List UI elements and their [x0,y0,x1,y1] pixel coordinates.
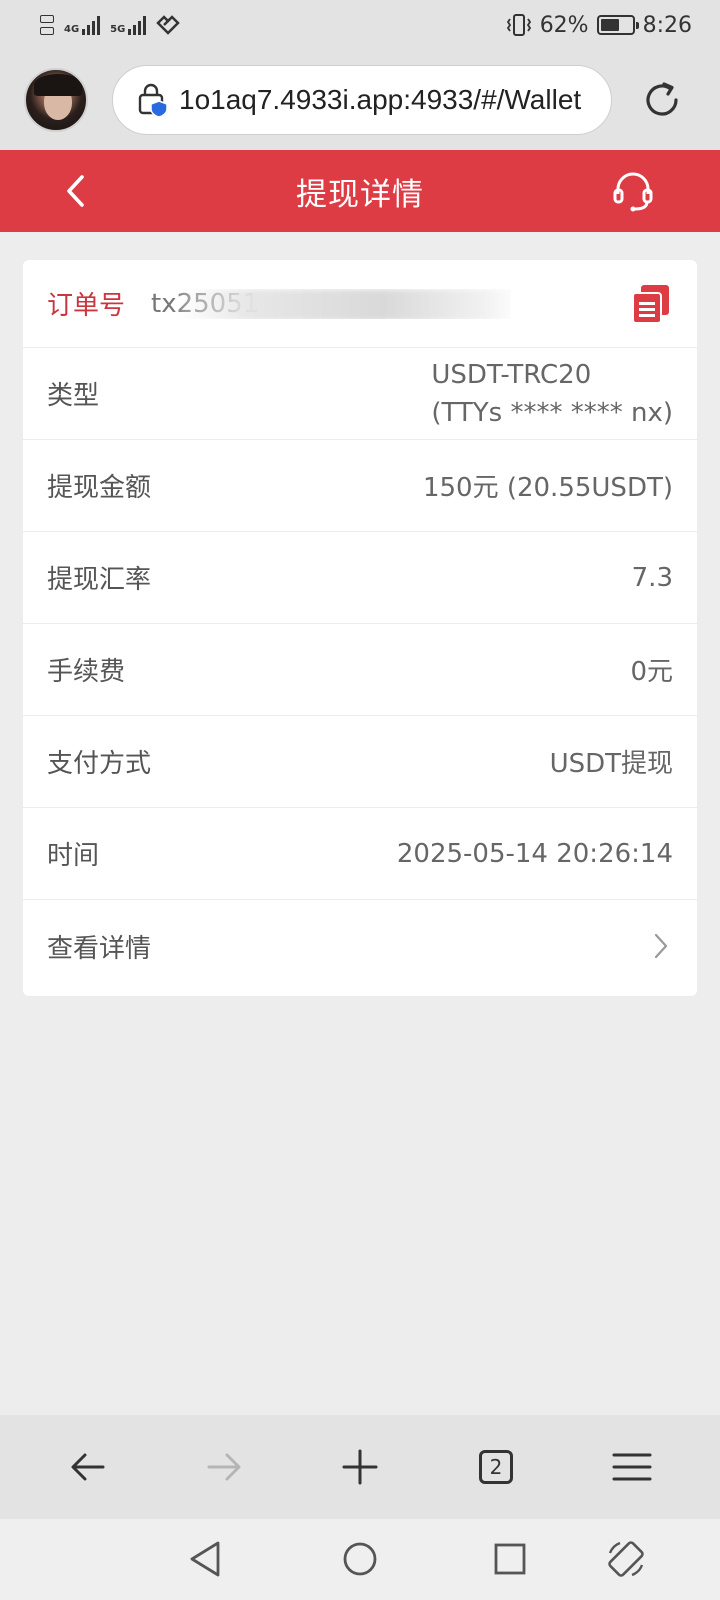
app-header: 提现详情 [0,150,720,232]
type-value: USDT-TRC20 (TTYs **** **** nx) [431,359,673,428]
network-type-2: 5G [110,24,126,35]
arrow-right-icon [207,1453,241,1481]
network-type-1: 4G [64,24,80,35]
redaction-blur [179,288,512,319]
status-bar: 4G 5G 62% 8:26 [0,0,720,50]
battery-icon [596,15,639,35]
battery-percent: 62% [539,12,589,38]
system-nav-bar [0,1519,720,1600]
tab-count: 2 [479,1450,513,1484]
type-label: 类型 [47,381,100,411]
sim-2-icon [40,27,54,35]
order-number-label: 订单号 [47,291,126,321]
nav-back-icon[interactable] [184,1537,228,1581]
fee-row: 手续费 0元 [23,624,697,716]
fee-value: 0元 [630,657,673,687]
view-details-row[interactable]: 查看详情 [23,900,697,992]
payment-method-label: 支付方式 [47,749,152,779]
withdrawal-detail-card: 订单号 tx25051 类型 USDT-TRC20 (TTYs **** ***… [23,260,697,996]
nav-recents-icon[interactable] [488,1537,532,1581]
rotate-screen-icon[interactable] [604,1537,648,1581]
browser-back-button[interactable] [58,1437,118,1497]
page-title: 提现详情 [296,176,424,213]
nav-home-icon[interactable] [338,1537,382,1581]
address-bar[interactable]: 1o1aq7.4933i.app:4933/#/Wallet [112,65,612,135]
payment-method-value: USDT提现 [549,749,673,779]
sim-1-icon [40,15,54,23]
amount-row: 提现金额 150元 (20.55USDT) [23,440,697,532]
plus-icon [342,1449,378,1485]
view-details-label[interactable]: 查看详情 [47,928,151,965]
wifi-calling-icon [156,15,181,35]
order-number-value: tx25051 [151,288,512,319]
secure-site-icon [138,83,168,117]
back-icon[interactable] [64,174,88,208]
status-bar-right: 62% 8:26 [506,13,692,38]
sim-icons [40,15,54,35]
status-bar-left: 4G 5G [40,15,181,35]
tabs-button[interactable]: 2 [466,1437,526,1497]
time-label: 时间 [47,841,100,871]
amount-value: 150元 (20.55USDT) [422,473,673,503]
order-number-row: 订单号 tx25051 [23,260,697,348]
time-value: 2025-05-14 20:26:14 [396,838,673,869]
chevron-right-icon [654,933,668,959]
fee-label: 手续费 [47,657,126,687]
exchange-rate-row: 提现汇率 7.3 [23,532,697,624]
exchange-rate-value: 7.3 [631,562,673,593]
signal-1-icon [82,15,101,35]
new-tab-button[interactable] [330,1437,390,1497]
arrow-left-icon [71,1453,105,1481]
browser-menu-button[interactable] [602,1437,662,1497]
url-text[interactable]: 1o1aq7.4933i.app:4933/#/Wallet [179,84,581,116]
amount-label: 提现金额 [47,473,152,503]
time-row: 时间 2025-05-14 20:26:14 [23,808,697,900]
signal-2-icon [128,15,147,35]
payment-method-row: 支付方式 USDT提现 [23,716,697,808]
exchange-rate-label: 提现汇率 [47,565,152,595]
menu-icon [612,1453,652,1481]
reload-icon[interactable] [640,78,684,122]
clock: 8:26 [642,12,692,38]
customer-service-icon[interactable] [612,170,654,212]
vibrate-icon [506,14,531,36]
avatar[interactable] [24,68,88,132]
browser-bottom-bar: 2 [0,1415,720,1519]
browser-forward-button[interactable] [194,1437,254,1497]
browser-toolbar: 1o1aq7.4933i.app:4933/#/Wallet [0,50,720,150]
type-row: 类型 USDT-TRC20 (TTYs **** **** nx) [23,348,697,440]
copy-icon[interactable] [631,283,671,325]
